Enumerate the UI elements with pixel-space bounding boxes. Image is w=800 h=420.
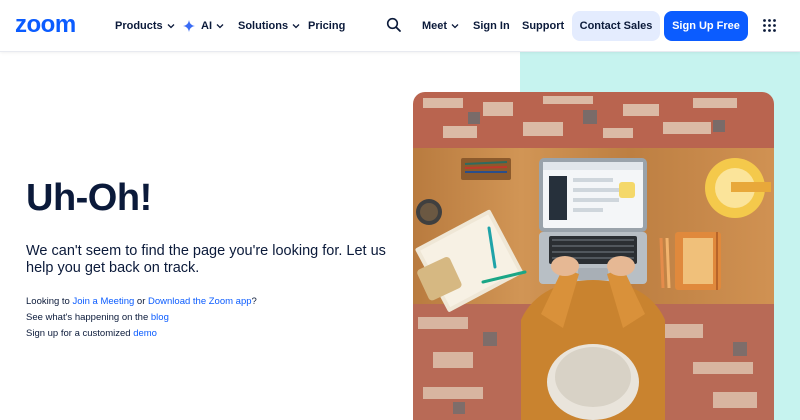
nav-ai-label: AI	[201, 20, 212, 32]
help-line-demo: Sign up for a customized demo	[26, 327, 157, 340]
nav-meet[interactable]: Meet	[422, 18, 459, 34]
join-meeting-link[interactable]: Join a Meeting	[72, 296, 134, 307]
workspace-photo	[413, 92, 774, 420]
contact-sales-button[interactable]: Contact Sales	[572, 11, 660, 41]
search-icon[interactable]	[386, 17, 402, 33]
nav-products[interactable]: Products	[115, 18, 175, 34]
nav-solutions[interactable]: Solutions	[238, 18, 300, 34]
page-subtitle: We can't seem to find the page you're lo…	[26, 243, 386, 276]
help-line-meeting: Looking to Join a Meeting or Download th…	[26, 295, 257, 308]
page-title: Uh-Oh!	[26, 177, 152, 219]
demo-link[interactable]: demo	[133, 328, 157, 339]
ai-sparkle-icon	[183, 20, 195, 32]
download-zoom-app-link[interactable]: Download the Zoom app	[148, 296, 252, 307]
chevron-down-icon	[292, 22, 300, 30]
help-line-demo-prefix: Sign up for a customized	[26, 328, 134, 339]
nav-meet-label: Meet	[422, 20, 448, 32]
nav-pricing[interactable]: Pricing	[308, 18, 345, 34]
chevron-down-icon	[167, 22, 175, 30]
zoom-logo[interactable]: zoom	[15, 12, 76, 38]
sign-up-free-button[interactable]: Sign Up Free	[664, 11, 748, 41]
sign-in-label: Sign In	[473, 20, 510, 32]
nav-ai[interactable]: AI	[183, 18, 224, 34]
apps-grid-icon[interactable]	[763, 19, 776, 32]
support-link[interactable]: Support	[522, 18, 564, 34]
nav-pricing-label: Pricing	[308, 20, 346, 32]
nav-products-label: Products	[115, 20, 163, 32]
help-line-meeting-prefix: Looking to	[26, 296, 73, 307]
support-label: Support	[522, 20, 565, 32]
help-line-meeting-suffix: ?	[251, 296, 257, 307]
nav-solutions-label: Solutions	[238, 20, 289, 32]
help-line-meeting-middle: or	[134, 296, 149, 307]
chevron-down-icon	[451, 22, 459, 30]
blog-link[interactable]: blog	[151, 312, 169, 323]
help-line-blog-prefix: See what's happening on the	[26, 312, 151, 323]
top-navigation-bar: zoom Products AI Solutions Pricing Meet	[0, 0, 800, 52]
sign-in-link[interactable]: Sign In	[473, 18, 510, 34]
chevron-down-icon	[216, 22, 224, 30]
help-line-blog: See what's happening on the blog	[26, 311, 169, 324]
